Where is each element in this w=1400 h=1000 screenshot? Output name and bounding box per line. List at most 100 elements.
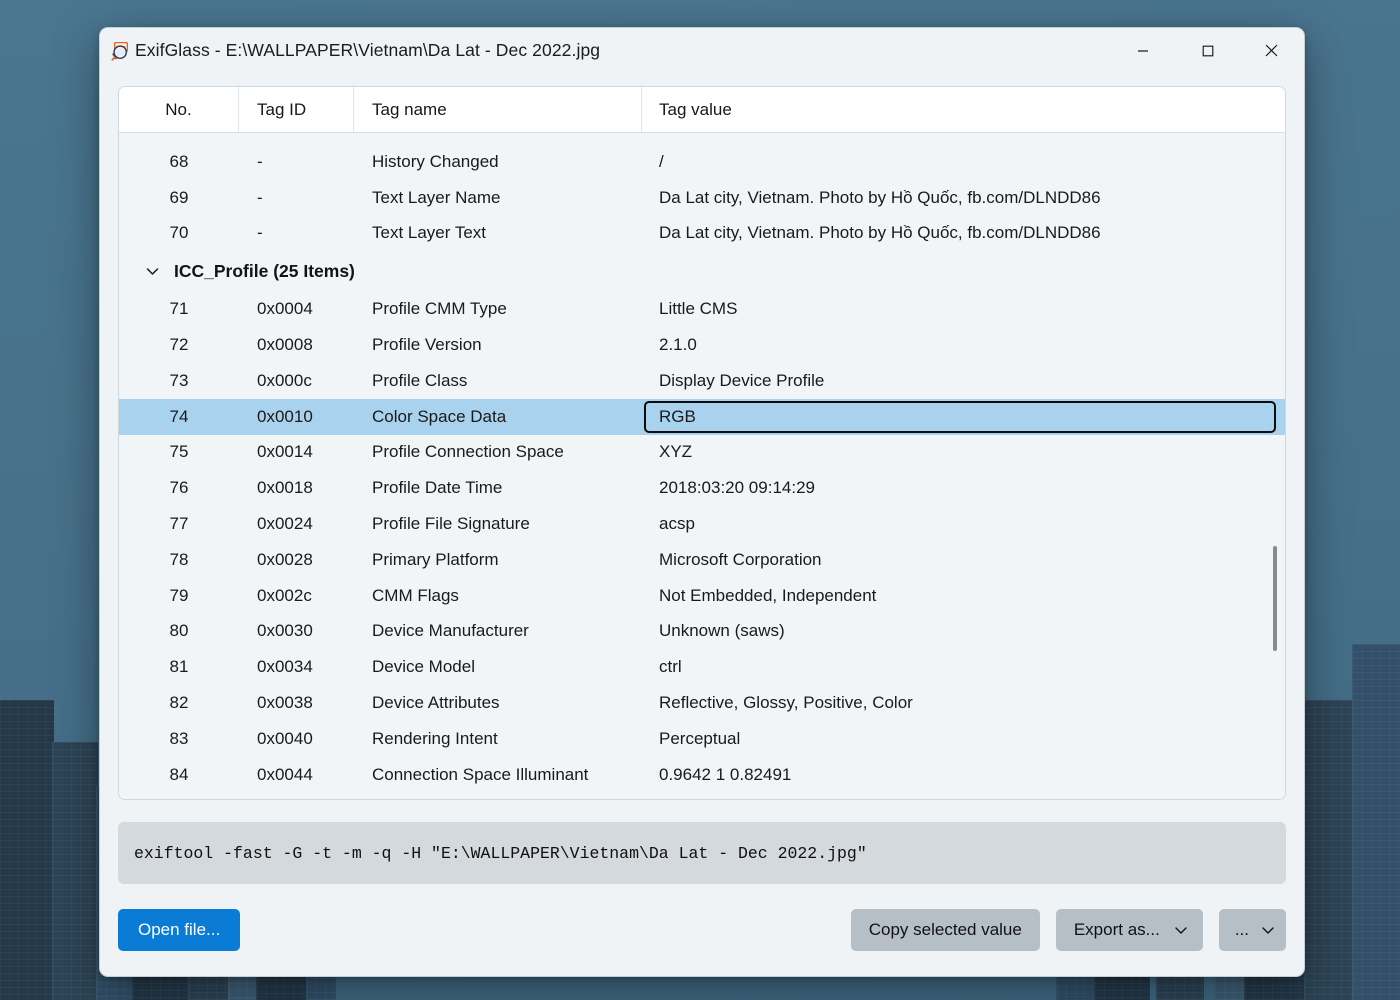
table-row[interactable]: 71 0x0004 Profile CMM Type Little CMS [119,291,1285,327]
cell-tag-value: / [659,151,664,171]
cell-tag-name: Profile Class [372,370,468,390]
cell-tag-name: Rendering Intent [372,728,498,748]
cell-tag-name: Connection Space Illuminant [372,764,589,784]
table-row[interactable]: 82 0x0038 Device Attributes Reflective, Glo… [119,685,1285,721]
table-row[interactable]: 73 0x000c Profile Class Display Device Prof… [119,363,1285,399]
cell-tag-name: Profile CMM Type [372,299,507,319]
cell-no: 79 [169,585,189,605]
cell-no: 70 [169,223,189,243]
cell-tag-name: History Changed [372,151,499,171]
cell-tag-name: Text Layer Text [372,223,487,243]
export-as-label: Export as... [1073,920,1160,939]
cell-tag-id: 0x000c [257,370,312,390]
table-row[interactable]: 75 0x0014 Profile Connection Space XYZ [119,435,1285,471]
cell-tag-value: Unknown (saws) [659,621,785,641]
table-row[interactable]: 78 0x0028 Primary Platform Microsoft Corpor… [119,542,1285,578]
table-row[interactable]: 68 - History Changed / [119,144,1285,180]
close-button[interactable] [1248,28,1294,73]
table-row[interactable]: 72 0x0008 Profile Version 2.1.0 [119,327,1285,363]
exiftool-command-field[interactable]: exiftool -fast -G -t -m -q -H "E:\WALLPA… [118,822,1286,884]
table-row[interactable]: 84 0x0044 Connection Space Illuminant 0.964… [119,757,1285,793]
copy-selected-value-button[interactable]: Copy selected value [850,909,1040,951]
cell-no: 68 [169,151,189,171]
cell-tag-name: Profile Date Time [372,478,503,498]
cell-tag-id: 0x0040 [257,728,313,748]
cell-no: 78 [169,549,189,569]
table-row[interactable]: 74 0x0010 Color Space Data RGB [119,398,1285,435]
cell-no: 76 [169,478,189,498]
cell-no: 80 [169,621,189,641]
cell-no: 81 [169,657,189,677]
cell-tag-name: Profile Version [372,335,482,355]
table-row[interactable]: 69 - Text Layer Name Da Lat city, Vietnam. … [119,180,1285,216]
more-options-button[interactable]: ... [1218,909,1286,951]
export-as-button[interactable]: Export as... [1055,909,1203,951]
cell-tag-name: Device Model [372,657,475,677]
group-header-icc-profile[interactable]: ICC_Profile (25 Items) [119,251,1285,291]
cell-no: 71 [169,299,189,319]
cell-no: 82 [169,693,189,713]
exifglass-app-icon: EXIF [108,40,130,62]
table-row[interactable]: 79 0x002c CMM Flags Not Embedded, Independe… [119,578,1285,614]
cell-tag-id: 0x0034 [257,657,313,677]
exiftool-command-text: exiftool -fast -G -t -m -q -H "E:\WALLPA… [134,843,867,863]
table-row[interactable]: 77 0x0024 Profile File Signature acsp [119,506,1285,542]
cell-tag-name: Text Layer Name [372,187,501,207]
window-title: ExifGlass - E:\WALLPAPER\Vietnam\Da Lat … [135,40,601,60]
cell-no: 69 [169,187,189,207]
chevron-down-icon [1173,922,1189,938]
table-row[interactable]: 81 0x0034 Device Model ctrl [119,649,1285,685]
cell-tag-value: Little CMS [659,299,738,319]
chevron-down-icon [1260,922,1276,938]
cell-tag-value-focused[interactable]: RGB [644,400,1276,433]
cell-tag-value: Reflective, Glossy, Positive, Color [659,693,913,713]
cell-tag-id: 0x0044 [257,764,313,784]
minimize-button[interactable] [1120,28,1166,73]
cell-no: 75 [169,442,189,462]
maximize-button[interactable] [1185,28,1231,73]
cell-tag-name: Device Manufacturer [372,621,529,641]
cell-tag-name: Color Space Data [354,398,642,435]
cell-tag-id: 0x0014 [257,442,313,462]
cell-tag-id: 0x0024 [257,514,313,534]
cell-tag-id: - [257,187,263,207]
cell-tag-value: 2.1.0 [659,335,697,355]
cell-no: 83 [169,728,189,748]
cell-no: 74 [119,398,239,435]
table-row[interactable]: 80 0x0030 Device Manufacturer Unknown (saws… [119,614,1285,650]
cell-tag-id: - [257,151,263,171]
desktop-background: EXIF ExifGlass - E:\WALLPAPER\Vietnam\Da… [0,0,1400,1000]
column-header-tag-name[interactable]: Tag name [354,87,642,132]
cell-no: 84 [169,764,189,784]
cell-tag-value: ctrl [659,657,682,677]
cell-tag-value: Da Lat city, Vietnam. Photo by Hồ Quốc, … [659,223,1101,243]
cell-tag-id: 0x0038 [257,693,313,713]
column-header-tag-id[interactable]: Tag ID [239,87,354,132]
cell-no: 73 [169,370,189,390]
cell-tag-value: Perceptual [659,728,741,748]
cell-tag-name: Device Attributes [372,693,500,713]
cell-tag-id: 0x0018 [257,478,313,498]
cell-tag-value: Display Device Profile [659,370,825,390]
cell-tag-id: - [257,223,263,243]
cell-tag-value: 2018:03:20 09:14:29 [659,478,815,498]
cell-tag-name: Profile File Signature [372,514,530,534]
cell-tag-value: Da Lat city, Vietnam. Photo by Hồ Quốc, … [659,187,1101,207]
table-row[interactable]: 70 - Text Layer Text Da Lat city, Vietnam. … [119,216,1285,252]
footer-toolbar: Open file... Copy selected value Export … [100,884,1304,976]
column-header-no[interactable]: No. [119,87,239,132]
column-header-tag-value[interactable]: Tag value [642,87,1285,132]
cell-tag-id: 0x002c [257,585,312,605]
table-row[interactable]: 76 0x0018 Profile Date Time 2018:03:20 09:1… [119,470,1285,506]
table-row-clipped [119,133,1285,144]
open-file-button[interactable]: Open file... [118,909,241,951]
table-row[interactable]: 83 0x0040 Rendering Intent Perceptual [119,721,1285,757]
cell-tag-value: acsp [659,514,695,534]
cell-tag-value: Not Embedded, Independent [659,585,877,605]
title-bar[interactable]: EXIF ExifGlass - E:\WALLPAPER\Vietnam\Da… [100,28,1304,73]
copy-selected-value-label: Copy selected value [868,920,1022,939]
cell-tag-id: 0x0030 [257,621,313,641]
cell-tag-value: Microsoft Corporation [659,549,822,569]
cell-tag-id: 0x0008 [257,335,313,355]
cell-tag-id: 0x0028 [257,549,313,569]
